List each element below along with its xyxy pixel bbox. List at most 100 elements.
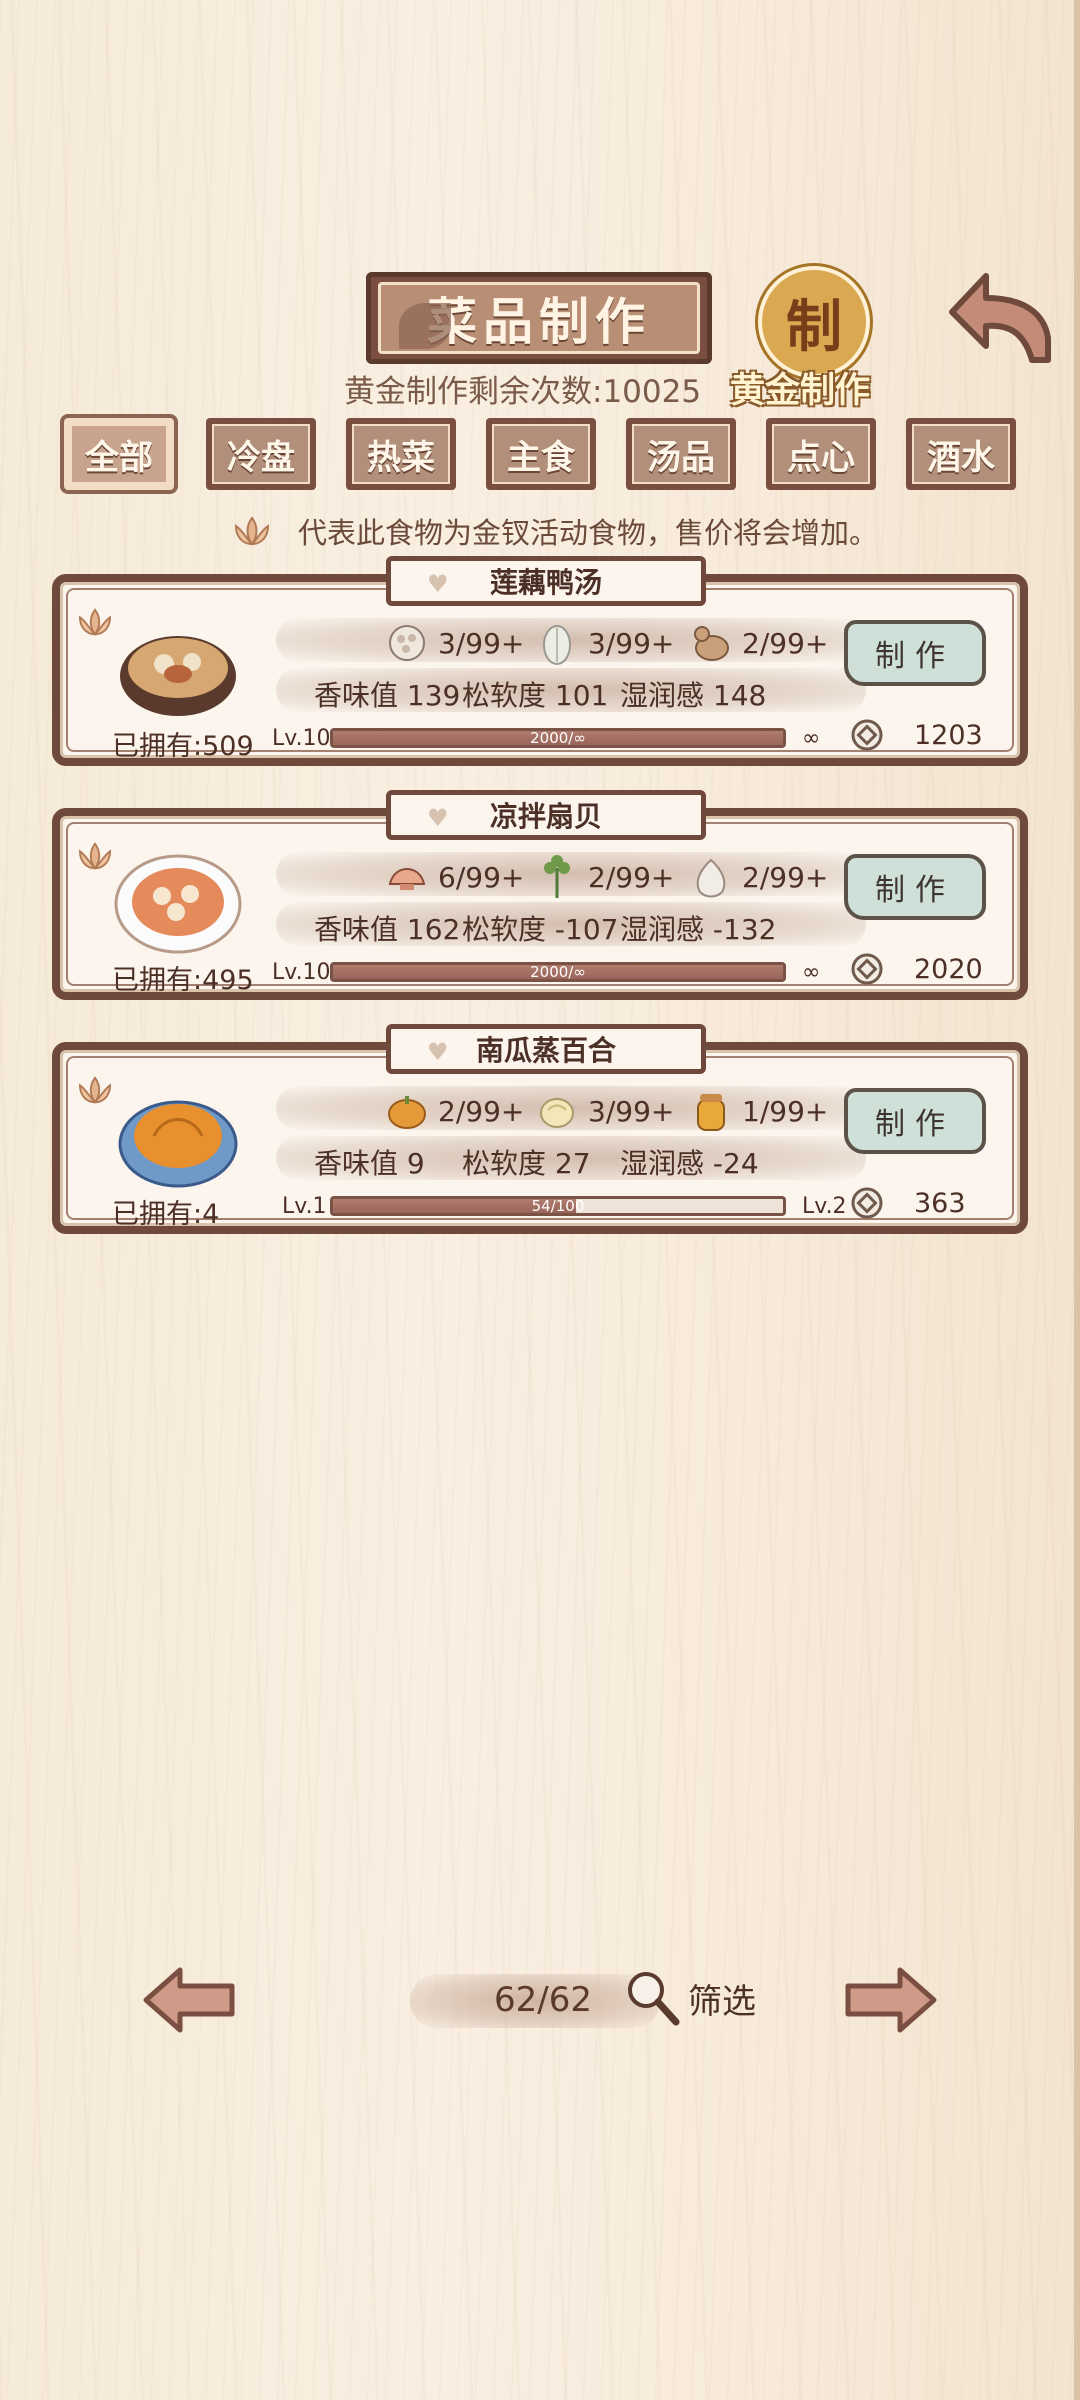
- progress-text: 54/100: [531, 1197, 585, 1215]
- tab-4[interactable]: 汤品: [626, 418, 736, 490]
- dish-name: 凉拌扇贝: [489, 800, 602, 833]
- event-notice: 代表此食物为金钗活动食物，售价将会增加。: [228, 510, 878, 552]
- aroma-stat: 香味值 162: [314, 913, 461, 946]
- softness-stat: 松软度 -107: [462, 913, 619, 946]
- filter-label: 筛选: [688, 1981, 756, 2022]
- moisture-stat: 湿润感 -24: [620, 1147, 759, 1180]
- cilantro-icon: [544, 855, 570, 898]
- cabbage-icon: [543, 625, 571, 665]
- lotus-icon: [78, 842, 112, 870]
- ingredient-count: 2/99+: [742, 860, 829, 894]
- lotus-root-icon: [389, 625, 425, 661]
- lotus-icon: [78, 608, 112, 636]
- ingredient-count: 3/99+: [588, 1094, 675, 1128]
- dish-title-plate: ♥ 莲藕鸭汤: [386, 556, 706, 606]
- tab-6[interactable]: 酒水: [906, 418, 1016, 490]
- pumpkin-lily-image: [118, 1100, 238, 1188]
- heart-icon: ♥: [427, 1038, 449, 1066]
- garlic-icon: [696, 858, 726, 898]
- ingredient: 3/99+: [384, 620, 524, 666]
- progress-text: 2000/∞: [530, 963, 586, 981]
- dish-title-plate: ♥ 凉拌扇贝: [386, 790, 706, 840]
- ingredient-count: 1/99+: [742, 1094, 829, 1128]
- heart-icon: ♥: [427, 804, 449, 832]
- coin-icon: [851, 953, 883, 985]
- level-progress-bar: 2000/∞: [330, 962, 786, 982]
- make-button[interactable]: 制作: [844, 854, 986, 920]
- make-button[interactable]: 制作: [844, 620, 986, 686]
- notice-text: 代表此食物为金钗活动食物，售价将会增加。: [298, 516, 879, 550]
- tab-label: 点心: [772, 424, 870, 484]
- progress-text: 2000/∞: [530, 729, 586, 747]
- leaf-icon: [399, 303, 451, 349]
- honey-jar-icon: [697, 1094, 725, 1131]
- tab-5[interactable]: 点心: [766, 418, 876, 490]
- level-label: Lv.10: [272, 726, 331, 751]
- filter-button[interactable]: 筛选: [624, 1968, 756, 2028]
- ingredient-count: 2/99+: [742, 626, 829, 660]
- tab-1[interactable]: 冷盘: [206, 418, 316, 490]
- tab-label: 酒水: [912, 424, 1010, 484]
- make-button-label: 制作: [875, 873, 955, 908]
- price-value: 2020: [914, 953, 983, 985]
- ingredient-count: 6/99+: [438, 860, 525, 894]
- softness-stat: 松软度 101: [462, 679, 609, 712]
- ingredient: 3/99+: [534, 620, 674, 666]
- seal-char: 制: [786, 294, 842, 360]
- ingredient-count: 3/99+: [588, 626, 675, 660]
- ingredient-count: 2/99+: [588, 860, 675, 894]
- dish-card: ♥ 凉拌扇贝已拥有:495 6/99+ 2/99+ 2/99+ 香味值 162松软度 -1…: [52, 790, 1028, 1000]
- tab-0[interactable]: 全部: [64, 418, 174, 490]
- price: 363: [850, 1186, 966, 1220]
- page-indicator: 62/62: [494, 1980, 592, 2020]
- back-arrow-icon[interactable]: [946, 268, 1054, 372]
- dish-name: 莲藕鸭汤: [489, 566, 602, 599]
- lily-bulb-icon: [540, 1098, 574, 1128]
- owned-count: 已拥有:495: [112, 965, 254, 996]
- dish-stats: 香味值 162松软度 -107湿润感 -132: [314, 908, 776, 948]
- level-progress-bar: 2000/∞: [330, 728, 786, 748]
- aroma-stat: 香味值 139: [314, 679, 461, 712]
- next-level-label: Lv.2: [802, 1194, 847, 1219]
- lotus-icon: [234, 516, 270, 546]
- next-level-label: ∞: [802, 960, 821, 985]
- dish-name: 南瓜蒸百合: [475, 1034, 616, 1067]
- ingredient: 1/99+: [688, 1088, 828, 1134]
- dish-title-plate: ♥ 南瓜蒸百合: [386, 1024, 706, 1074]
- page-title: 菜品制作: [427, 293, 651, 351]
- tab-label: 热菜: [352, 424, 450, 484]
- owned-count: 已拥有:509: [112, 731, 254, 762]
- lotus-duck-soup-image: [120, 636, 236, 716]
- tab-label: 汤品: [632, 424, 730, 484]
- level-progress-bar: 54/100: [330, 1196, 786, 1216]
- tab-label: 主食: [492, 424, 590, 484]
- price: 1203: [850, 718, 983, 752]
- make-button[interactable]: 制作: [844, 1088, 986, 1154]
- ingredient: 3/99+: [534, 1088, 674, 1134]
- dish-stats: 香味值 139松软度 101 湿润感 148: [314, 674, 766, 714]
- level-label: Lv.10: [272, 960, 331, 985]
- tab-3[interactable]: 主食: [486, 418, 596, 490]
- prev-page-arrow-icon[interactable]: [142, 1966, 238, 2034]
- make-button-label: 制作: [875, 639, 955, 674]
- heart-icon: ♥: [427, 570, 449, 598]
- tab-2[interactable]: 热菜: [346, 418, 456, 490]
- gold-make-label[interactable]: 黄金制作: [730, 362, 870, 413]
- title-plate: 菜品制作: [366, 272, 712, 364]
- coin-icon: [851, 1187, 883, 1219]
- aroma-stat: 香味值 9: [314, 1147, 425, 1180]
- ingredient-count: 3/99+: [438, 626, 525, 660]
- dish-stats: 香味值 9 松软度 27 湿润感 -24: [314, 1142, 759, 1182]
- moisture-stat: 湿润感 148: [620, 679, 767, 712]
- scallop-salad-image: [114, 854, 242, 954]
- ingredient: 6/99+: [384, 854, 524, 900]
- next-page-arrow-icon[interactable]: [842, 1966, 938, 2034]
- next-level-label: ∞: [802, 726, 821, 751]
- make-button-label: 制作: [875, 1107, 955, 1142]
- coin-icon: [851, 719, 883, 751]
- owned-count: 已拥有:4: [112, 1199, 220, 1230]
- price-value: 1203: [914, 719, 983, 751]
- level-label: Lv.1: [282, 1194, 327, 1219]
- ingredient-count: 2/99+: [438, 1094, 525, 1128]
- lotus-icon: [78, 1076, 112, 1104]
